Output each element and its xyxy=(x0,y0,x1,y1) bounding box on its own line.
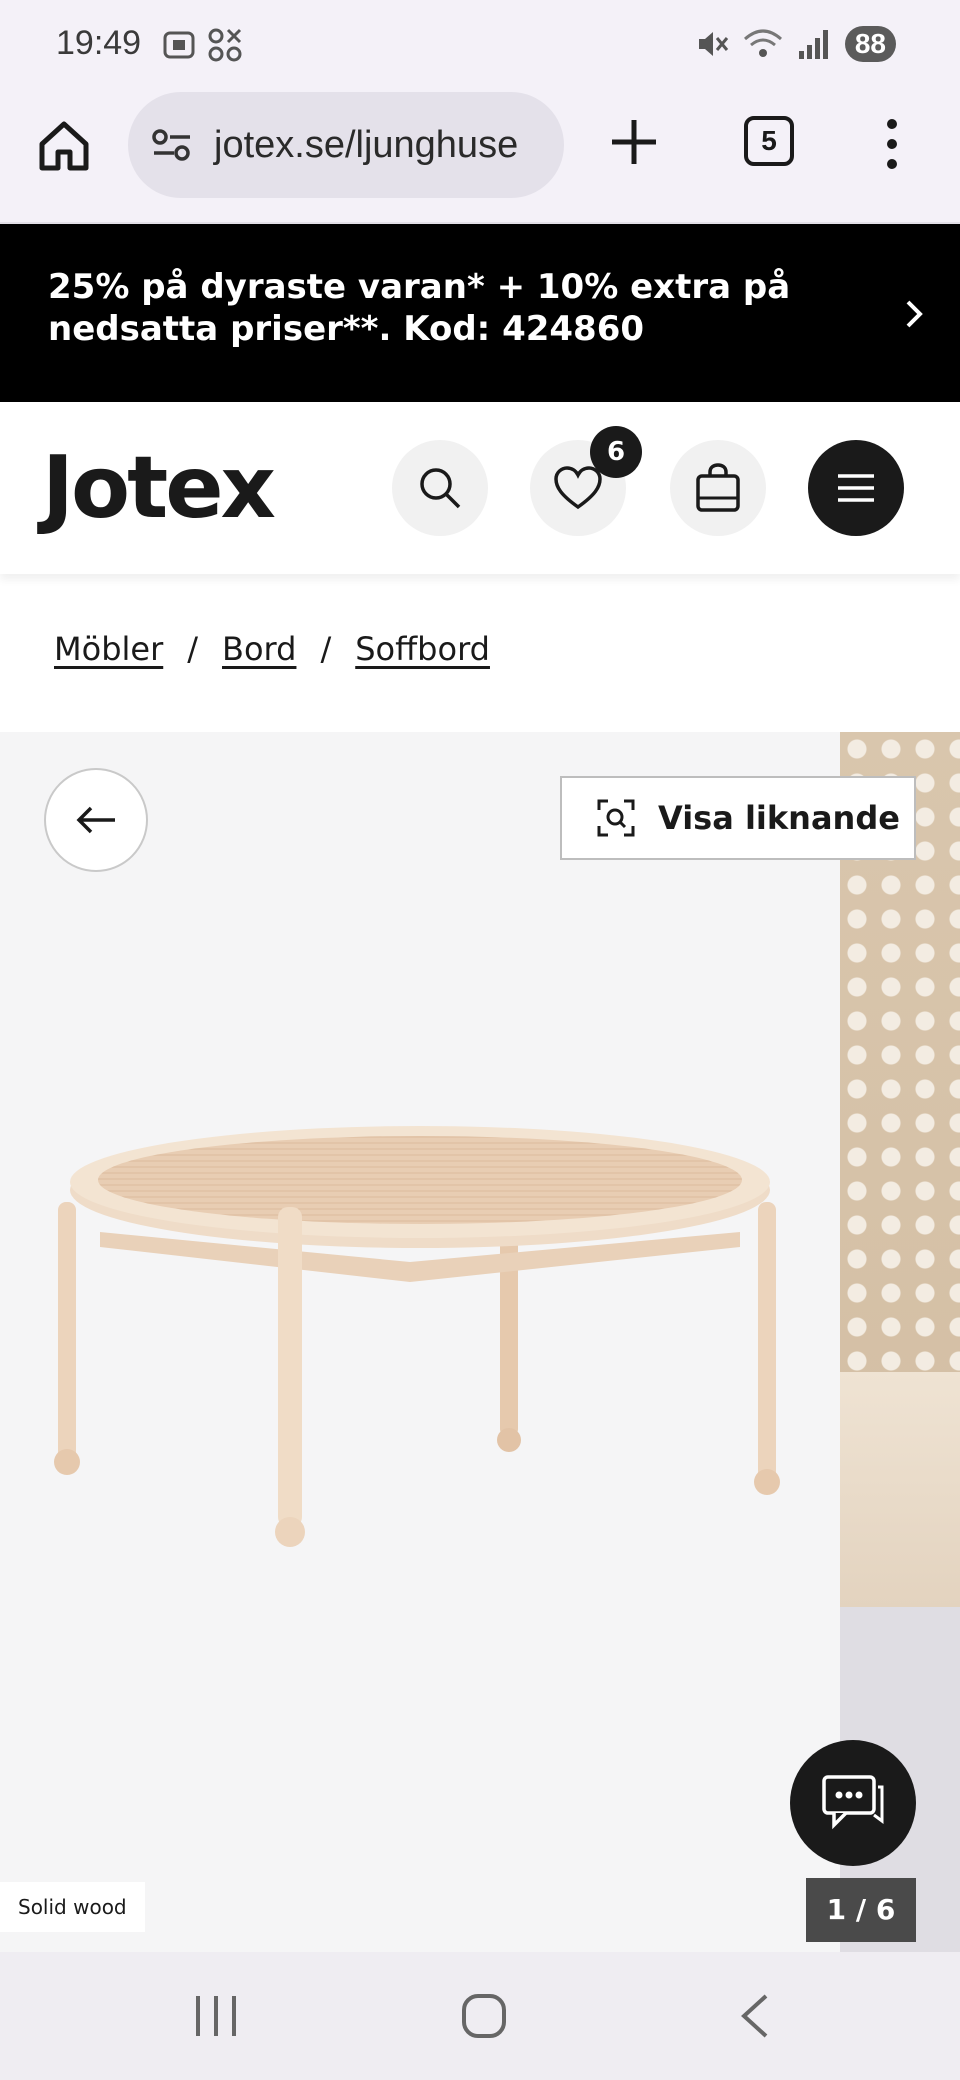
chat-icon xyxy=(822,1775,884,1830)
jotex-logo[interactable]: Jotex xyxy=(42,438,276,538)
product-image-coffee-table xyxy=(54,1126,780,1547)
promo-text: 25% på dyraste varan* + 10% extra på ned… xyxy=(48,267,791,349)
image-counter: 1 / 6 xyxy=(806,1878,916,1942)
show-similar-button[interactable]: Visa liknande xyxy=(560,776,916,860)
wishlist-count-badge: 6 xyxy=(590,426,642,478)
site-settings-icon[interactable] xyxy=(150,123,194,167)
main-menu-button[interactable] xyxy=(808,440,904,536)
search-button[interactable] xyxy=(392,440,488,536)
arrow-left-icon xyxy=(76,806,115,834)
mute-icon xyxy=(698,32,728,56)
breadcrumb-separator: / xyxy=(187,630,199,668)
show-similar-label: Visa liknande xyxy=(658,799,900,837)
recent-apps-icon[interactable] xyxy=(194,1992,238,2040)
next-image-preview[interactable] xyxy=(840,732,960,1607)
back-button[interactable] xyxy=(44,768,148,872)
shopping-bag-icon xyxy=(696,463,740,512)
status-time: 19:49 xyxy=(56,24,142,62)
status-notification-icons xyxy=(160,26,244,64)
breadcrumb-separator: / xyxy=(320,630,332,668)
qr-icon xyxy=(208,28,242,62)
chat-button[interactable] xyxy=(790,1740,916,1866)
visual-search-icon xyxy=(597,799,635,837)
tab-switcher-button[interactable]: 5 xyxy=(744,116,794,166)
browser-toolbar: jotex.se/ljunghuse 5 xyxy=(0,92,960,224)
site-header: Jotex 6 xyxy=(0,402,960,574)
url-text: jotex.se/ljunghuse xyxy=(214,123,519,166)
battery-indicator: 88 xyxy=(844,26,896,62)
hamburger-menu-icon xyxy=(838,474,874,502)
breadcrumb-soffbord[interactable]: Soffbord xyxy=(355,630,490,668)
promo-banner[interactable]: 25% på dyraste varan* + 10% extra på ned… xyxy=(0,224,960,402)
wifi-icon xyxy=(743,29,782,57)
chevron-right-icon xyxy=(906,300,923,328)
address-bar[interactable]: jotex.se/ljunghuse xyxy=(128,92,564,198)
signal-icon xyxy=(798,30,828,59)
screenshot-icon xyxy=(163,31,195,59)
material-tag: Solid wood xyxy=(0,1882,145,1932)
product-gallery[interactable]: Visa liknande Solid wood 1 / 6 xyxy=(0,732,960,1952)
wood-detail xyxy=(840,1372,960,1607)
search-icon xyxy=(420,468,461,509)
cart-button[interactable] xyxy=(670,440,766,536)
system-nav-bar xyxy=(0,1952,960,2080)
back-nav-icon[interactable] xyxy=(736,1992,772,2040)
breadcrumb-mobler[interactable]: Möbler xyxy=(54,630,163,668)
more-menu-icon[interactable] xyxy=(880,116,904,172)
status-bar: 19:49 88 xyxy=(0,0,960,92)
home-icon[interactable] xyxy=(36,118,92,174)
breadcrumb-bord[interactable]: Bord xyxy=(222,630,296,668)
heart-icon xyxy=(554,466,602,510)
breadcrumb: Möbler / Bord / Soffbord xyxy=(54,630,490,668)
home-nav-icon[interactable] xyxy=(460,1992,508,2040)
new-tab-icon[interactable] xyxy=(606,114,662,170)
